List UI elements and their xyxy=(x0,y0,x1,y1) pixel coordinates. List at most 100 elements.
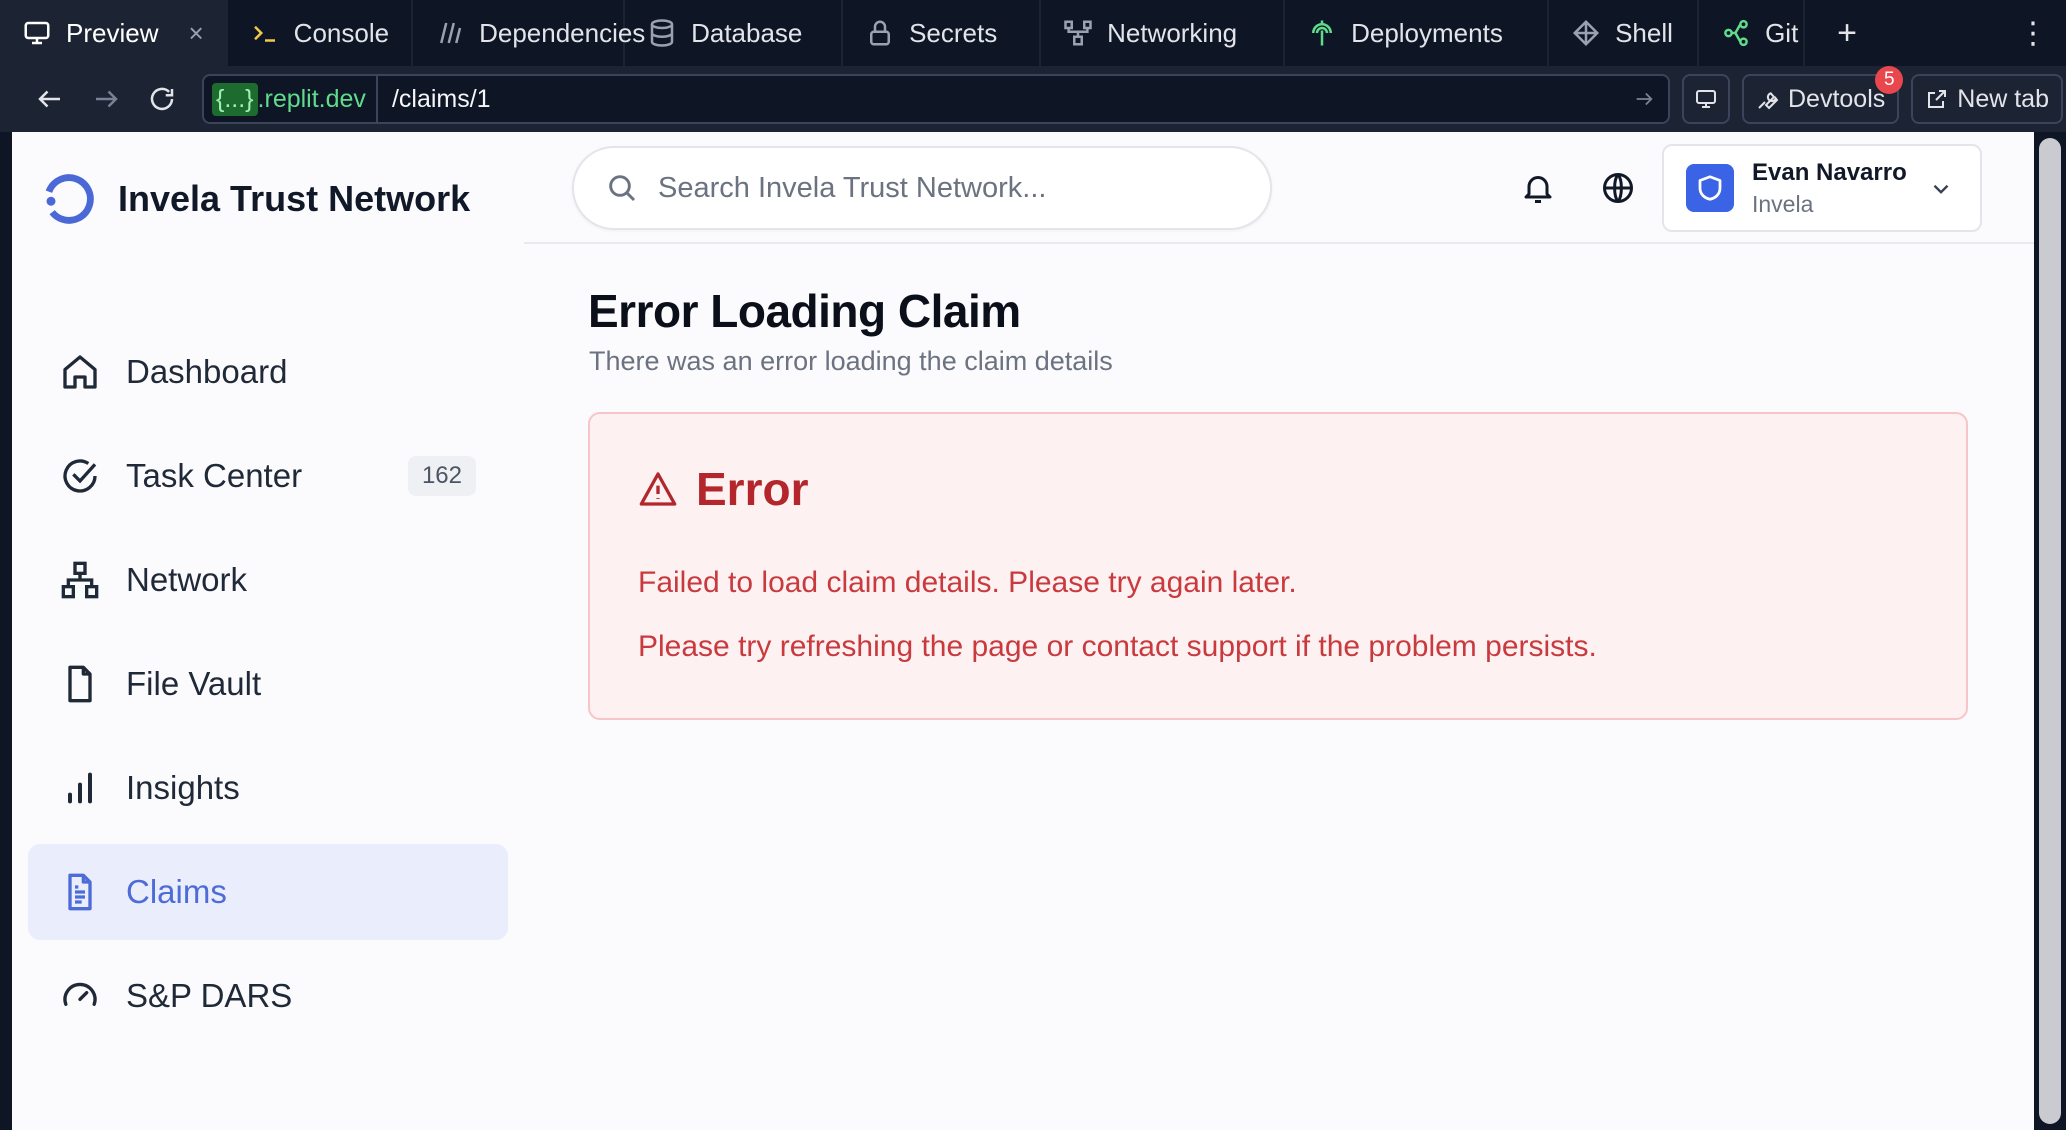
back-button[interactable] xyxy=(22,71,78,127)
error-message: Failed to load claim details. Please try… xyxy=(638,566,1297,599)
new-tab-button[interactable]: New tab xyxy=(1911,74,2063,124)
sidebar-item-label: File Vault xyxy=(126,665,262,702)
error-card: Error Failed to load claim details. Plea… xyxy=(588,412,1968,720)
url-domain-placeholder: {...} xyxy=(212,82,258,116)
go-icon[interactable] xyxy=(1620,88,1668,110)
tab-label: Secrets xyxy=(909,17,998,48)
url-path[interactable]: /claims/1 xyxy=(378,85,1620,114)
brand-name: Invela Trust Network xyxy=(118,178,471,219)
search-bar[interactable] xyxy=(572,146,1272,230)
arrow-right-icon xyxy=(96,90,118,108)
dependencies-icon xyxy=(440,22,462,44)
app-viewport: Invela Trust Network Dashboard Task Cent… xyxy=(12,132,2034,1130)
home-icon xyxy=(63,355,97,389)
search-icon xyxy=(609,175,636,202)
alert-triangle-icon xyxy=(639,472,677,506)
check-circle-icon xyxy=(63,459,97,493)
tab-label: Database xyxy=(691,17,803,48)
error-hint: Please try refreshing the page or contac… xyxy=(638,630,1597,663)
sidebar-item-label: S&P DARS xyxy=(126,977,293,1014)
sidebar: Invela Trust Network Dashboard Task Cent… xyxy=(12,132,522,1130)
tab-git[interactable]: Git xyxy=(1699,0,1806,66)
ide-tab-bar: Preview × Console Dependencies Database … xyxy=(0,0,2066,66)
more-menu-button[interactable]: ⋮ xyxy=(2000,0,2066,66)
logo-icon xyxy=(44,174,94,224)
document-icon xyxy=(68,873,92,911)
close-icon[interactable]: × xyxy=(188,18,203,49)
error-header: Error xyxy=(638,462,808,516)
url-domain: {...} .replit.dev xyxy=(204,76,378,122)
sidebar-item-label: Dashboard xyxy=(126,353,288,390)
tab-console[interactable]: Console xyxy=(228,0,414,66)
reload-icon xyxy=(150,87,174,111)
terminal-icon xyxy=(253,25,275,42)
user-org: Invela xyxy=(1752,190,1814,217)
sidebar-item-dashboard[interactable]: Dashboard xyxy=(28,324,508,420)
company-avatar xyxy=(1686,164,1734,212)
tab-label: Git xyxy=(1765,17,1799,48)
address-bar: {...} .replit.dev /claims/1 Devtools 5 N… xyxy=(0,66,2066,132)
page-subtitle: There was an error loading the claim det… xyxy=(589,346,1113,376)
tab-dependencies[interactable]: Dependencies xyxy=(413,0,645,66)
lock-icon xyxy=(870,20,891,46)
sidebar-item-label: Network xyxy=(126,561,248,598)
tab-shell[interactable]: Shell xyxy=(1549,0,1700,66)
sidebar-item-network[interactable]: Network xyxy=(28,532,508,628)
globe-icon xyxy=(1603,173,1633,203)
tab-deployments[interactable]: Deployments xyxy=(1285,0,1550,66)
user-menu[interactable]: Evan Navarro Invela xyxy=(1662,144,1982,232)
sidebar-item-sp-dars[interactable]: S&P DARS xyxy=(28,948,508,1044)
chevron-down-icon xyxy=(1933,184,1949,194)
sidebar-item-label: Claims xyxy=(126,873,227,910)
page-scrollbar[interactable] xyxy=(2034,132,2066,1130)
tab-secrets[interactable]: Secrets xyxy=(843,0,1042,66)
add-tab-button[interactable]: + xyxy=(1805,0,1889,66)
tab-label: Dependencies xyxy=(479,17,646,48)
sidebar-item-insights[interactable]: Insights xyxy=(28,740,508,836)
monitor-icon xyxy=(24,21,50,45)
user-name: Evan Navarro xyxy=(1752,158,1907,186)
notifications-button[interactable] xyxy=(1516,166,1560,210)
task-count-badge: 162 xyxy=(407,456,476,496)
shell-icon xyxy=(1573,19,1600,47)
devtools-label: Devtools xyxy=(1788,84,1886,113)
shield-icon xyxy=(1698,175,1722,201)
tab-label: Shell xyxy=(1615,17,1673,48)
devtools-button[interactable]: Devtools 5 xyxy=(1742,66,1904,124)
url-domain-suffix: .replit.dev xyxy=(257,84,366,113)
page-title: Error Loading Claim xyxy=(588,285,1021,337)
sidebar-item-task-center[interactable]: Task Center 162 xyxy=(28,428,508,524)
file-icon xyxy=(68,665,92,703)
tab-database[interactable]: Database xyxy=(625,0,844,66)
sidebar-item-file-vault[interactable]: File Vault xyxy=(28,636,508,732)
error-title: Error xyxy=(696,463,809,515)
brand[interactable]: Invela Trust Network xyxy=(42,172,470,226)
devtools-badge: 5 xyxy=(1875,66,1904,94)
git-icon xyxy=(1724,19,1748,47)
bell-icon xyxy=(1524,176,1552,203)
sidebar-item-claims[interactable]: Claims xyxy=(28,844,508,940)
new-tab-label: New tab xyxy=(1957,84,2049,113)
header-divider xyxy=(524,242,2034,244)
wrench-icon xyxy=(1758,92,1779,110)
tab-preview[interactable]: Preview × xyxy=(0,0,228,66)
arrow-left-icon xyxy=(38,90,60,108)
tab-networking[interactable]: Networking xyxy=(1041,0,1286,66)
tab-label: Deployments xyxy=(1351,17,1503,48)
scrollbar-thumb[interactable] xyxy=(2039,138,2061,1124)
reload-button[interactable] xyxy=(134,71,190,127)
user-meta: Evan Navarro Invela xyxy=(1752,159,1907,218)
sidebar-item-label: Insights xyxy=(126,769,240,806)
tab-label: Networking xyxy=(1107,17,1238,48)
bar-chart-icon xyxy=(68,772,92,804)
device-preview-button[interactable] xyxy=(1682,74,1730,124)
url-field[interactable]: {...} .replit.dev /claims/1 xyxy=(202,74,1670,124)
gauge-icon xyxy=(63,982,97,1006)
tab-label: Preview xyxy=(66,17,159,48)
forward-button[interactable] xyxy=(78,71,134,127)
network-icon xyxy=(61,561,99,599)
language-button[interactable] xyxy=(1596,166,1640,210)
search-input[interactable] xyxy=(658,171,1218,205)
networking-icon xyxy=(1064,20,1092,46)
database-icon xyxy=(650,19,674,47)
